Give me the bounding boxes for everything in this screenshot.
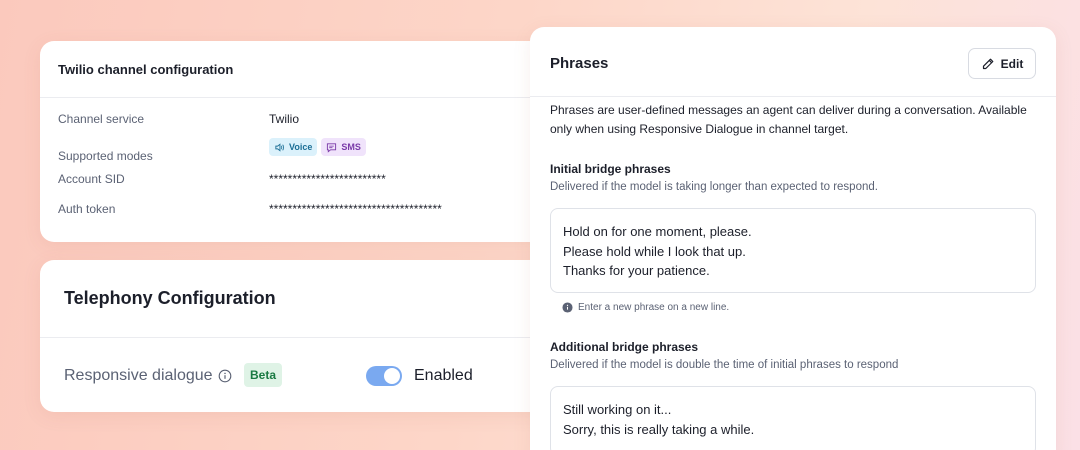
telephony-config-card: Telephony Configuration Responsive dialo…	[40, 260, 560, 412]
twilio-config-card: Twilio channel configuration Channel ser…	[40, 41, 560, 242]
phrase-line: Sorry, this is really taking a while.	[563, 421, 755, 437]
toggle-state-label: Enabled	[414, 367, 473, 384]
responsive-dialogue-label: Responsive dialogue	[64, 367, 213, 384]
voice-badge: Voice	[269, 138, 318, 156]
channel-service-label: Channel service	[58, 112, 145, 126]
additional-phrases-input[interactable]: Still working on it... Sorry, this is re…	[550, 386, 1036, 450]
phrase-hint: Enter a new phrase on a new line.	[562, 302, 729, 313]
phrase-hint-text: Enter a new phrase on a new line.	[578, 302, 730, 313]
info-icon[interactable]	[218, 369, 232, 383]
phrase-line: Thanks for your patience.	[563, 263, 710, 278]
channel-service-value: Twilio	[269, 112, 300, 126]
phrases-panel: Phrases Edit Phrases are user-defined me…	[530, 27, 1056, 450]
sms-badge: SMS	[321, 138, 366, 156]
twilio-config-title: Twilio channel configuration	[58, 61, 234, 77]
info-filled-icon	[562, 302, 573, 313]
telephony-config-title: Telephony Configuration	[64, 288, 276, 308]
edit-button-label: Edit	[1000, 56, 1024, 71]
sms-badge-label: SMS	[341, 142, 361, 152]
telephony-config-header: Telephony Configuration	[40, 260, 560, 338]
message-icon	[327, 142, 337, 153]
voice-badge-label: Voice	[289, 142, 313, 152]
responsive-dialogue-toggle[interactable]	[366, 366, 402, 386]
phrase-line: Please hold while I look that up.	[563, 243, 746, 259]
auth-token-value: *************************************	[269, 202, 442, 216]
phrase-line: Still working on it...	[563, 402, 672, 417]
phrase-line: Hold on for one moment, please.	[563, 224, 752, 239]
edit-button[interactable]: Edit	[968, 48, 1036, 79]
beta-badge: Beta	[244, 363, 283, 387]
pencil-icon	[982, 58, 994, 69]
initial-phrases-subtitle: Delivered if the model is taking longer …	[550, 181, 878, 193]
initial-phrases-title: Initial bridge phrases	[550, 162, 671, 176]
speaker-icon	[275, 142, 284, 152]
toggle-knob	[384, 368, 400, 384]
phrases-description: Phrases are user-defined messages an age…	[550, 103, 1027, 136]
responsive-dialogue-row: Responsive dialogue Beta Enabled	[64, 363, 560, 389]
account-sid-label: Account SID	[58, 172, 125, 186]
auth-token-label: Auth token	[58, 202, 116, 216]
phrases-title: Phrases	[550, 55, 609, 72]
initial-phrases-input[interactable]: Hold on for one moment, please. Please h…	[550, 208, 1036, 293]
twilio-config-header: Twilio channel configuration	[40, 41, 560, 98]
supported-modes-label: Supported modes	[58, 149, 153, 163]
supported-modes-value: Voice SMS	[269, 138, 366, 156]
account-sid-value: *************************	[269, 172, 386, 186]
phrases-divider	[530, 96, 1056, 97]
additional-phrases-subtitle: Delivered if the model is double the tim…	[550, 359, 899, 371]
additional-phrases-title: Additional bridge phrases	[550, 340, 699, 354]
